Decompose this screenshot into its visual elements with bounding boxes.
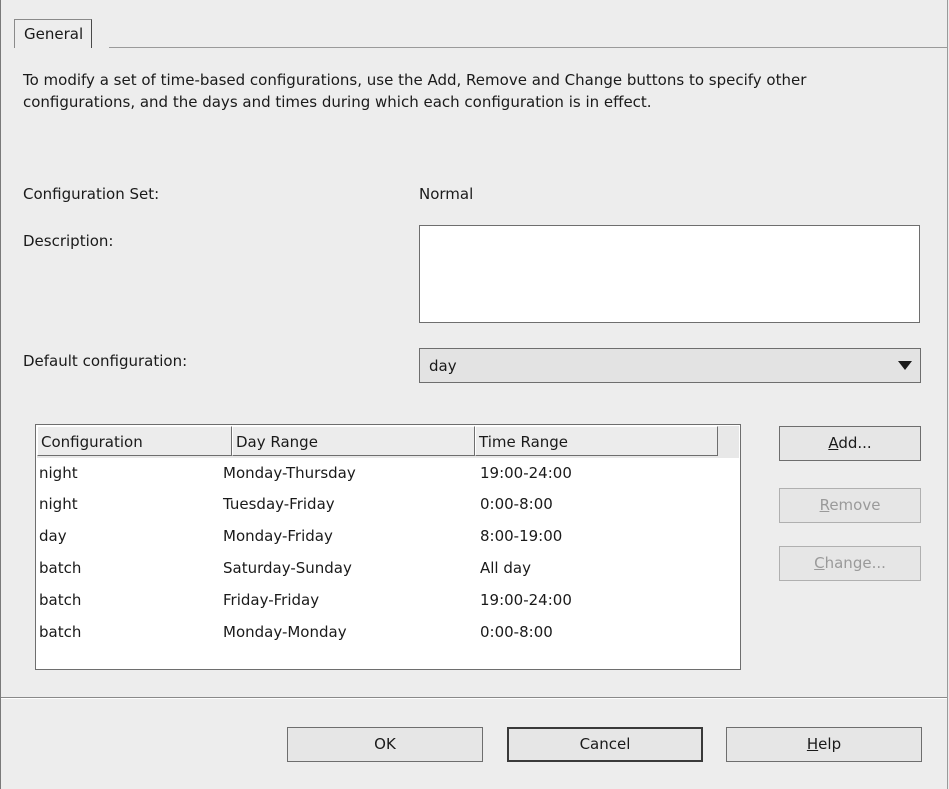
default-configuration-dropdown[interactable]: day <box>419 348 921 383</box>
tab-general-label: General <box>24 25 84 43</box>
default-configuration-label: Default configuration: <box>23 352 188 370</box>
footer-separator-highlight <box>1 698 947 699</box>
cell-time-range: 0:00-8:00 <box>480 495 553 513</box>
ok-button[interactable]: OK <box>287 727 483 762</box>
cell-day-range: Monday-Friday <box>223 527 333 545</box>
cell-day-range: Friday-Friday <box>223 591 320 609</box>
cell-day-range: Tuesday-Friday <box>223 495 335 513</box>
remove-button[interactable]: Remove <box>779 488 921 523</box>
add-mnemonic: A <box>828 434 839 452</box>
table-row[interactable]: batch Saturday-Sunday All day <box>37 553 739 583</box>
window-right-border <box>947 0 948 789</box>
change-label: hange... <box>824 554 886 572</box>
cell-day-range: Monday-Thursday <box>223 464 356 482</box>
remove-mnemonic: R <box>819 496 830 514</box>
table-header: Configuration Day Range Time Range <box>37 426 739 458</box>
cell-configuration: batch <box>39 591 82 609</box>
cell-time-range: 8:00-19:00 <box>480 527 563 545</box>
description-field[interactable] <box>419 225 920 323</box>
tab-strip-border <box>109 47 947 48</box>
change-button[interactable]: Change... <box>779 546 921 581</box>
cell-time-range: 0:00-8:00 <box>480 623 553 641</box>
instructions-text: To modify a set of time-based configurat… <box>23 71 807 111</box>
remove-label: emove <box>829 496 881 514</box>
change-mnemonic: C <box>814 554 825 572</box>
table-row[interactable]: batch Friday-Friday 19:00-24:00 <box>37 585 739 615</box>
default-configuration-value: day <box>429 357 457 375</box>
add-label: dd... <box>838 434 872 452</box>
chevron-down-icon[interactable] <box>898 361 912 370</box>
table-row[interactable]: day Monday-Friday 8:00-19:00 <box>37 521 739 551</box>
cell-time-range: 19:00-24:00 <box>480 464 572 482</box>
cancel-button[interactable]: Cancel <box>507 727 703 762</box>
cell-configuration: night <box>39 464 78 482</box>
column-header-configuration[interactable]: Configuration <box>37 426 232 456</box>
configuration-set-value: Normal <box>419 185 474 203</box>
table-row[interactable]: night Tuesday-Friday 0:00-8:00 <box>37 489 739 519</box>
cell-configuration: batch <box>39 559 82 577</box>
table-row[interactable]: batch Monday-Monday 0:00-8:00 <box>37 617 739 647</box>
column-header-time-range[interactable]: Time Range <box>475 426 718 456</box>
window-left-border <box>0 0 1 789</box>
cell-configuration: batch <box>39 623 82 641</box>
help-mnemonic: H <box>806 735 819 753</box>
tab-general[interactable]: General <box>14 19 93 48</box>
configurations-table[interactable]: Configuration Day Range Time Range night… <box>35 424 741 670</box>
cell-configuration: night <box>39 495 78 513</box>
column-header-day-range[interactable]: Day Range <box>232 426 475 456</box>
table-header-filler <box>718 426 739 456</box>
description-label: Description: <box>23 232 114 250</box>
cell-configuration: day <box>39 527 67 545</box>
add-button[interactable]: Add... <box>779 426 921 461</box>
cell-time-range: 19:00-24:00 <box>480 591 572 609</box>
table-row[interactable]: night Monday-Thursday 19:00-24:00 <box>37 458 739 488</box>
cell-day-range: Saturday-Sunday <box>223 559 352 577</box>
help-button[interactable]: Help <box>726 727 922 762</box>
configuration-set-label: Configuration Set: <box>23 185 160 203</box>
help-label: elp <box>818 735 842 753</box>
cell-time-range: All day <box>480 559 531 577</box>
cell-day-range: Monday-Monday <box>223 623 347 641</box>
